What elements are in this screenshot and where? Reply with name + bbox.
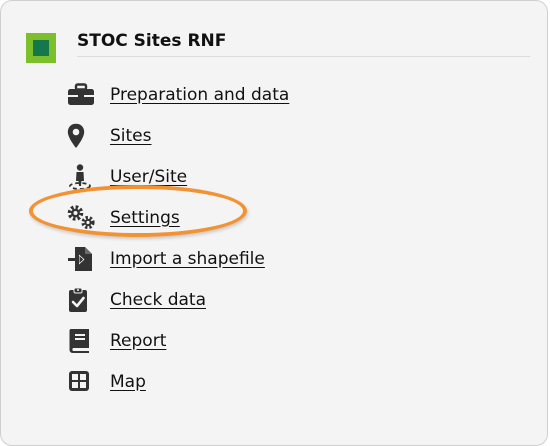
clipboard-check-icon <box>67 287 97 313</box>
grid-map-icon <box>67 369 97 395</box>
menu-item-label[interactable]: Sites <box>110 126 152 146</box>
menu-item-label[interactable]: Settings <box>110 208 180 228</box>
menu-item-label[interactable]: Report <box>110 331 166 351</box>
header-divider <box>77 56 530 57</box>
menu-item-preparation-and-data[interactable]: Preparation and data <box>67 74 527 115</box>
app-logo <box>26 33 56 63</box>
menu-item-sites[interactable]: Sites <box>67 115 527 156</box>
app-logo-inner <box>33 40 49 56</box>
main-panel: STOC Sites RNF Preparation and data Site… <box>0 0 548 446</box>
toolbox-icon <box>67 82 97 108</box>
menu-item-import-shapefile[interactable]: Import a shapefile <box>67 238 527 279</box>
app-title: STOC Sites RNF <box>77 31 227 51</box>
menu-list: Preparation and data Sites User/Site Set… <box>67 74 527 402</box>
menu-item-label[interactable]: Map <box>110 372 146 392</box>
menu-item-user-site[interactable]: User/Site <box>67 156 527 197</box>
menu-item-map[interactable]: Map <box>67 361 527 402</box>
menu-item-label[interactable]: User/Site <box>110 167 187 187</box>
map-marker-icon <box>67 123 97 149</box>
menu-item-label[interactable]: Check data <box>110 290 206 310</box>
menu-item-report[interactable]: Report <box>67 320 527 361</box>
user-location-icon <box>67 163 97 190</box>
app-header: STOC Sites RNF <box>26 29 531 63</box>
menu-item-label[interactable]: Preparation and data <box>110 85 289 105</box>
file-import-icon <box>67 246 97 272</box>
menu-item-check-data[interactable]: Check data <box>67 279 527 320</box>
menu-item-label[interactable]: Import a shapefile <box>110 249 265 269</box>
gears-icon <box>67 204 97 231</box>
book-icon <box>67 328 97 354</box>
menu-item-settings[interactable]: Settings <box>67 197 527 238</box>
